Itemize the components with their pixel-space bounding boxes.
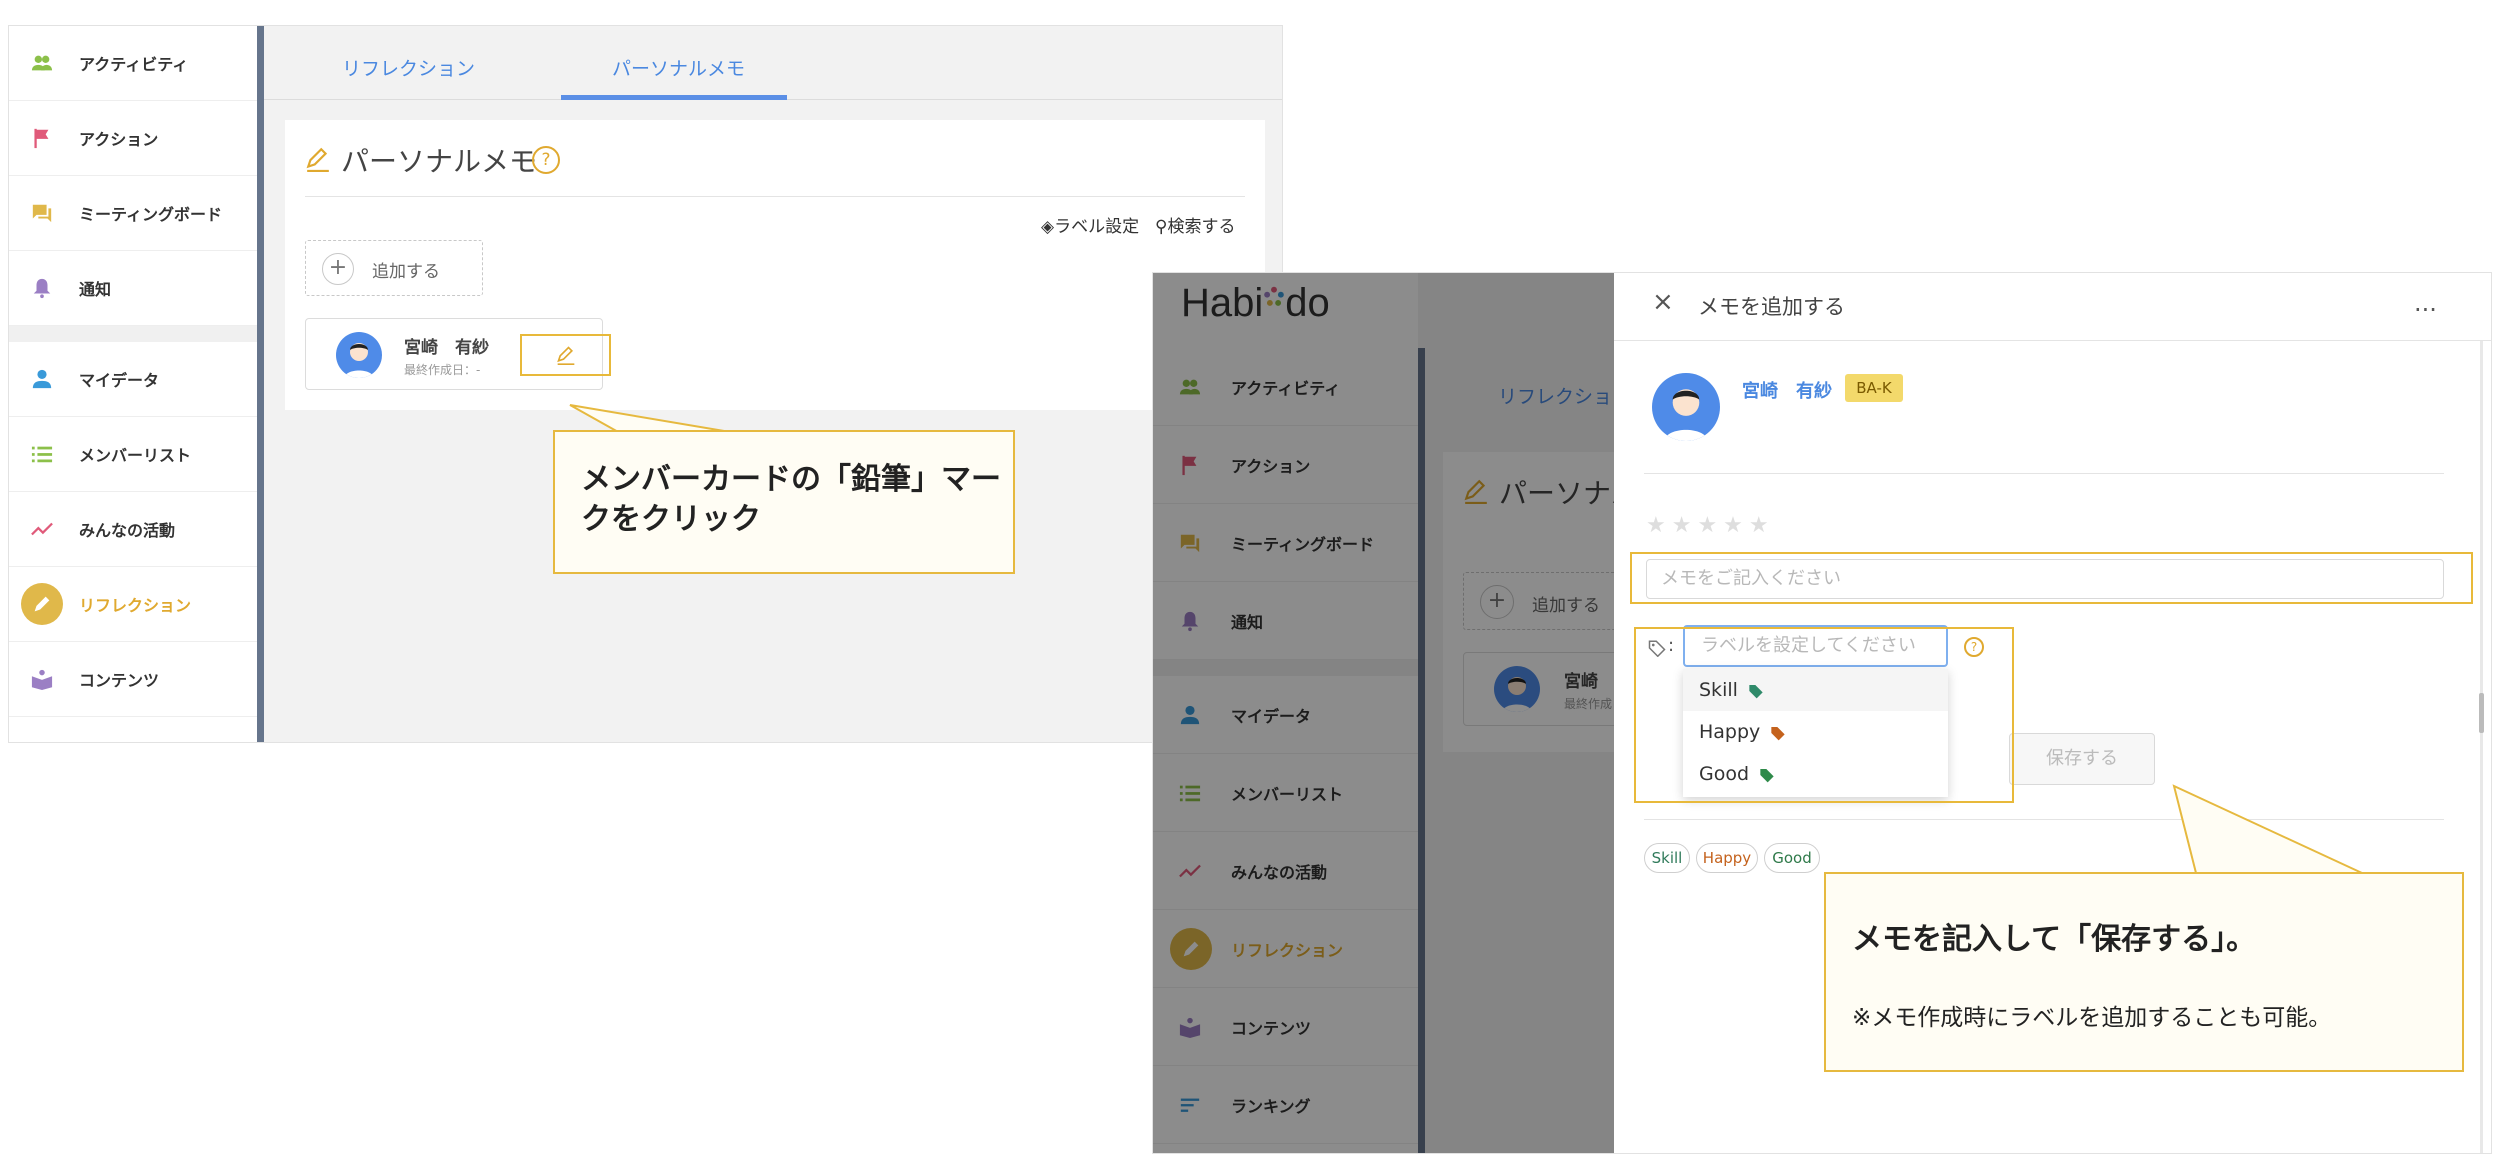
rating-stars[interactable]: ★★★★★ <box>1646 513 1775 538</box>
bell-icon <box>33 278 51 299</box>
callout-text: メンバーカードの「鉛筆」マークをクリック <box>581 462 1001 537</box>
member-name[interactable]: 宮崎 有紗 <box>1742 377 1832 403</box>
sidebar-border <box>257 26 264 742</box>
pencil-icon <box>306 147 329 172</box>
sidebar-item-everyone-activity[interactable]: みんなの活動 <box>9 492 257 567</box>
highlight-label-area <box>1634 627 2014 803</box>
list-icon <box>31 446 53 463</box>
memo-panel: パーソナルメモ ? ◈ラベル設定 ⚲検索する + 追加する 宮崎 有紗 最終作成… <box>285 120 1265 410</box>
member-last-created: 最終作成日：- <box>404 363 481 377</box>
callout-pointer <box>569 404 737 434</box>
sidebar: アクティビティ アクション ミーティングボード 通知 マイデータ メンバーリスト… <box>9 26 257 742</box>
tab-reflection[interactable]: リフレクション <box>342 54 475 81</box>
sidebar-item-label: アクション <box>79 130 159 149</box>
modal-overlay[interactable] <box>1153 273 1614 1153</box>
scrollbar-thumb[interactable] <box>2479 693 2484 733</box>
flag-icon <box>34 128 49 149</box>
sidebar-item-label: ミーティングボード <box>79 205 223 224</box>
sidebar-item-contents[interactable]: コンテンツ <box>9 642 257 717</box>
tag-filter-skill[interactable]: Skill <box>1644 843 1690 873</box>
help-icon[interactable]: ? <box>532 146 560 174</box>
sidebar-item-label: リフレクション <box>79 596 192 615</box>
search-icon: ⚲ <box>1155 217 1168 237</box>
save-button[interactable]: 保存する <box>2009 733 2155 785</box>
avatar <box>1652 373 1720 441</box>
close-icon[interactable]: × <box>1652 287 1674 317</box>
sidebar-item-label: メンバーリスト <box>79 446 192 465</box>
sidebar-item-activity[interactable]: アクティビティ <box>9 26 257 101</box>
divider <box>1614 340 2491 341</box>
person-icon <box>32 369 52 389</box>
callout-click-pencil: メンバーカードの「鉛筆」マークをクリック <box>553 430 1015 574</box>
callout-title: メモを記入して「保存する」。 <box>1852 922 2257 957</box>
chat-icon <box>32 204 52 223</box>
add-memo-button[interactable]: + 追加する <box>305 240 483 296</box>
screenshot-personal-memo: アクティビティ アクション ミーティングボード 通知 マイデータ メンバーリスト… <box>8 25 1283 743</box>
book-icon <box>31 669 53 690</box>
sidebar-item-label: マイデータ <box>79 371 160 390</box>
tag-filter-happy[interactable]: Happy <box>1696 843 1758 873</box>
callout-pointer <box>2172 784 2363 874</box>
highlight-memo-input <box>1630 552 2473 604</box>
tab-bar: リフレクション パーソナルメモ <box>264 26 1282 100</box>
pencil-icon <box>21 583 63 625</box>
sidebar-divider <box>9 326 257 342</box>
tag-icon: ◈ <box>1041 217 1055 237</box>
search-link[interactable]: ⚲検索する <box>1155 212 1235 237</box>
tag-filter-good[interactable]: Good <box>1764 843 1820 873</box>
sidebar-item-meeting-board[interactable]: ミーティングボード <box>9 176 257 251</box>
active-tab-indicator <box>561 95 787 100</box>
highlight-pencil <box>520 334 611 376</box>
sidebar-item-label: コンテンツ <box>79 671 160 690</box>
callout-note: ※メモ作成時にラベルを追加することも可能。 <box>1852 1005 2332 1031</box>
page-title: パーソナルメモ <box>341 145 538 178</box>
sidebar-item-label: みんなの活動 <box>79 521 176 540</box>
divider <box>1644 473 2444 474</box>
callout-write-and-save: メモを記入して「保存する」。 ※メモ作成時にラベルを追加することも可能。 <box>1824 872 2464 1072</box>
sidebar-item-member-list[interactable]: メンバーリスト <box>9 417 257 492</box>
add-label: 追加する <box>372 262 440 282</box>
sidebar-item-notification[interactable]: 通知 <box>9 251 257 326</box>
divider <box>305 196 1245 197</box>
team-badge: BA-K <box>1845 374 1903 402</box>
tab-personal-memo[interactable]: パーソナルメモ <box>612 54 745 81</box>
sidebar-item-reflection[interactable]: リフレクション <box>9 567 257 642</box>
scrollbar-track[interactable] <box>2480 341 2483 1153</box>
sidebar-item-label: 通知 <box>79 280 112 299</box>
sidebar-item-action[interactable]: アクション <box>9 101 257 176</box>
trend-icon <box>31 522 53 536</box>
label-settings-link[interactable]: ◈ラベル設定 <box>1041 212 1139 237</box>
people-icon <box>31 55 53 71</box>
drawer-title: メモを追加する <box>1698 295 1845 319</box>
member-name: 宮崎 有紗 <box>404 338 489 358</box>
plus-icon: + <box>322 253 354 285</box>
sidebar-item-label: アクティビティ <box>79 55 189 74</box>
sidebar-item-my-data[interactable]: マイデータ <box>9 342 257 417</box>
more-menu-icon[interactable]: ... <box>2414 289 2437 317</box>
avatar <box>336 332 382 378</box>
